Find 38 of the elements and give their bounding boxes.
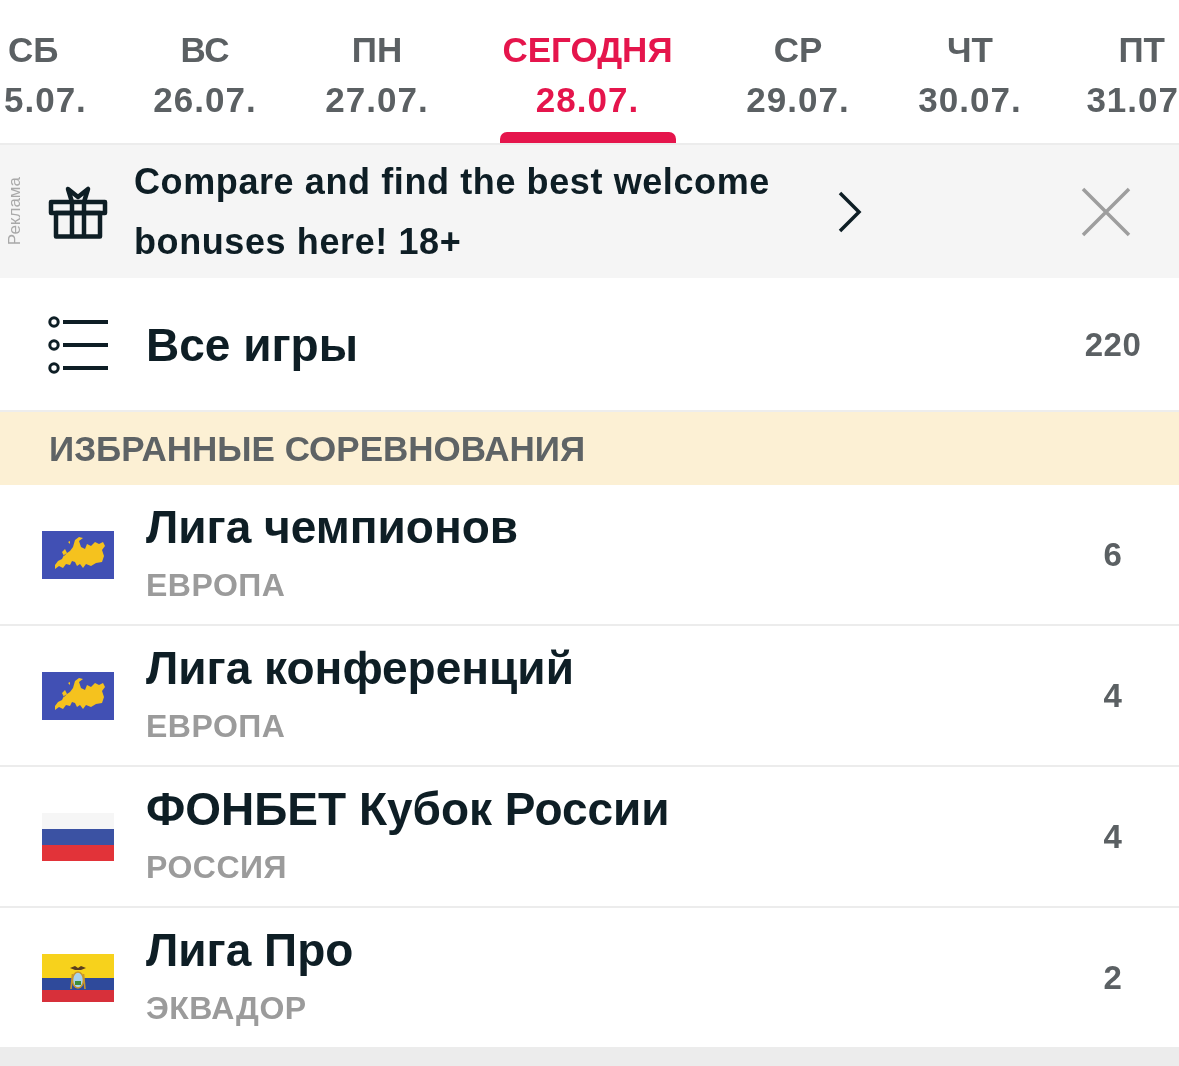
ad-banner[interactable]: Реклама Compare and find the best welcome bonuses here! 18+: [0, 145, 1179, 278]
league-row[interactable]: Лига чемпионов ЕВРОПА 6: [0, 485, 1179, 626]
banner-text: Compare and find the best welcome bonuses here! 18+: [134, 159, 771, 264]
league-name: ФОНБЕТ Кубок России: [146, 784, 670, 834]
league-row[interactable]: Лига конференций ЕВРОПА 4: [0, 626, 1179, 767]
league-region: ЭКВАДОР: [146, 989, 307, 1028]
match-count: 4: [1102, 817, 1124, 856]
europe-map-flag-icon: [42, 671, 114, 720]
gift-icon: [48, 184, 108, 239]
league-row[interactable]: ФОНБЕТ Кубок России РОССИЯ 4: [0, 767, 1179, 908]
date-tab[interactable]: ПН 27.07.: [291, 0, 463, 143]
league-region: ЕВРОПА: [146, 566, 286, 605]
close-button[interactable]: [1081, 186, 1131, 237]
list-icon: [48, 316, 108, 374]
league-name: Лига чемпионов: [146, 502, 519, 552]
europe-map-flag-icon: [42, 530, 114, 579]
game-count: 220: [1083, 326, 1143, 364]
league-region: ЕВРОПА: [146, 707, 286, 746]
section-header: ИЗБРАННЫЕ СОРЕВНОВАНИЯ: [0, 412, 1179, 485]
league-region: РОССИЯ: [146, 848, 288, 887]
league-name: Лига конференций: [146, 643, 574, 693]
match-count: 4: [1102, 676, 1124, 715]
date-tab[interactable]: ПТ 31.07: [1056, 0, 1179, 143]
all-games-label: Все игры: [146, 318, 359, 372]
date-tab[interactable]: СР 29.07.: [712, 0, 884, 143]
match-count: 6: [1102, 535, 1124, 574]
match-count: 2: [1102, 958, 1124, 997]
date-tab[interactable]: СБ 5.07.: [0, 0, 119, 143]
date-tab[interactable]: ВС 26.07.: [119, 0, 291, 143]
league-name: Лига Про: [146, 925, 354, 975]
chevron-right-icon: [838, 190, 862, 233]
close-icon: [1081, 186, 1131, 237]
league-row[interactable]: Лига Про ЭКВАДОР 2: [0, 908, 1179, 1047]
date-tab[interactable]: ЧТ 30.07.: [884, 0, 1056, 143]
ecuadorian-flag-icon: [42, 953, 114, 1002]
date-tab[interactable]: СЕГОДНЯ 28.07.: [463, 0, 712, 143]
russian-flag-icon: [42, 812, 114, 861]
ad-label: Реклама: [6, 177, 24, 246]
